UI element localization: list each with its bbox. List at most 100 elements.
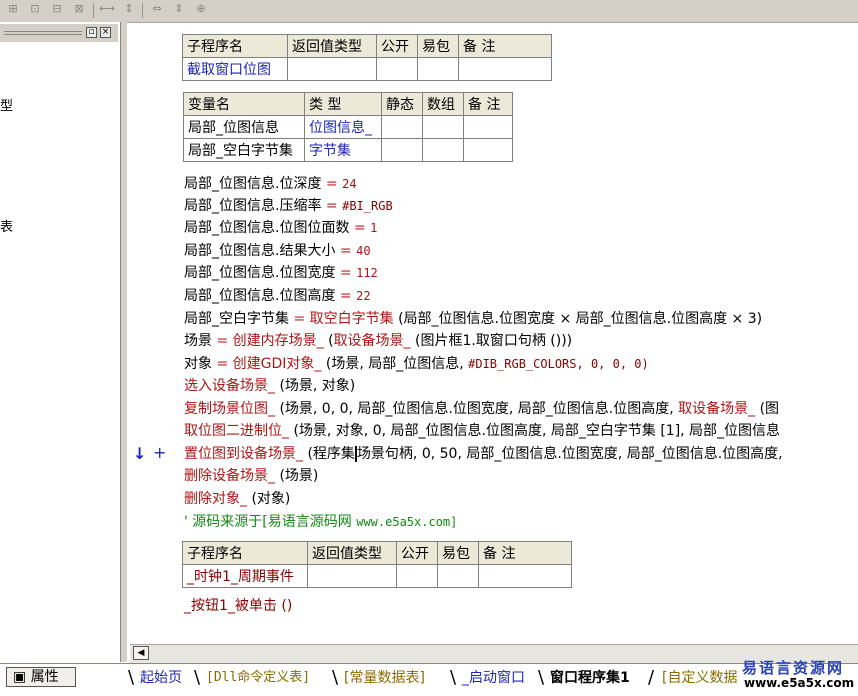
event-subroutine-line[interactable]: _按钮1_被单击 () xyxy=(184,595,292,617)
tab-separator: \ xyxy=(194,667,201,688)
variable-name-cell[interactable]: 局部_空白字节集 xyxy=(183,138,305,162)
horizontal-space-icon[interactable]: ⟷ xyxy=(98,2,116,18)
header-public: 公开 xyxy=(396,541,438,565)
close-icon[interactable]: × xyxy=(100,27,111,38)
restore-icon[interactable]: ▫ xyxy=(86,27,97,38)
header-grip xyxy=(4,31,82,32)
code-line[interactable]: 局部_空白字节集 = 取空白字节集 (局部_位图信息.位图宽度 × 局部_位图信… xyxy=(184,308,762,330)
toolbar-separator xyxy=(142,3,143,18)
code-function: 取空白字节集 xyxy=(309,311,394,327)
header-remark: 备 注 xyxy=(478,541,572,565)
tab-dll-commands[interactable]: [Dll命令定义表] xyxy=(206,668,310,688)
header-return-type: 返回值类型 xyxy=(287,34,377,58)
code-operator: = xyxy=(325,198,343,214)
tab-start-page[interactable]: 起始页 xyxy=(140,668,182,688)
code-value: 112 xyxy=(356,266,378,280)
plus-icon[interactable]: + xyxy=(153,443,166,462)
left-pane-header: ▫ × xyxy=(0,24,118,42)
code-value: 40 xyxy=(356,244,371,258)
tab-window-assembly[interactable]: 窗口程序集1 xyxy=(550,668,630,688)
subroutine-name-cell[interactable]: _时钟1_周期事件 xyxy=(182,564,308,588)
tab-custom-data[interactable]: [自定义数据 xyxy=(662,668,737,688)
properties-label: 属性 xyxy=(30,669,59,685)
width-icon[interactable]: ⇔ xyxy=(148,2,166,18)
code-args: ( xyxy=(323,333,334,349)
static-cell[interactable] xyxy=(381,115,423,139)
code-value: 24 xyxy=(342,177,357,191)
code-line[interactable]: 删除对象_ (对象) xyxy=(184,488,290,510)
left-pane-text: 型 xyxy=(0,99,14,114)
toolbar-separator xyxy=(93,3,94,18)
easy-pack-cell[interactable] xyxy=(417,57,459,81)
code-function: 选入设备场景_ xyxy=(184,378,275,394)
code-value: 1 xyxy=(370,221,378,235)
vertical-space-icon[interactable]: ↕ xyxy=(120,2,138,18)
code-line[interactable]: 局部_位图信息.压缩率 = #BI_RGB xyxy=(184,195,393,217)
editor-gutter xyxy=(121,22,127,662)
remark-cell[interactable] xyxy=(463,138,513,162)
remark-cell[interactable] xyxy=(478,564,572,588)
grid-icon[interactable]: ⊟ xyxy=(48,2,66,18)
header-array: 数组 xyxy=(422,92,464,116)
code-line[interactable]: 局部_位图信息.结果大小 = 40 xyxy=(184,240,371,262)
center-icon[interactable]: ⊕ xyxy=(192,2,210,18)
remark-cell[interactable] xyxy=(463,115,513,139)
code-args: (场景, 对象) xyxy=(275,378,356,394)
code-line[interactable]: 复制场景位图_ (场景, 0, 0, 局部_位图信息.位图宽度, 局部_位图信息… xyxy=(184,398,779,420)
code-line[interactable]: 对象 = 创建GDI对象_ (场景, 局部_位图信息, #DIB_RGB_COL… xyxy=(184,353,649,375)
return-type-cell[interactable] xyxy=(287,57,377,81)
code-constant: #DIB_RGB_COLORS, 0, 0, 0) xyxy=(468,357,649,371)
code-args: (局部_位图信息.位图宽度 × 局部_位图信息.位图高度 × 3) xyxy=(393,311,763,327)
code-lhs: 局部_位图信息.位图宽度 xyxy=(184,265,340,281)
left-pane xyxy=(0,22,121,662)
code-operator: = xyxy=(339,243,357,259)
code-line[interactable]: 选入设备场景_ (场景, 对象) xyxy=(184,375,355,397)
public-cell[interactable] xyxy=(376,57,418,81)
easy-pack-cell[interactable] xyxy=(437,564,479,588)
code-args: (对象) xyxy=(247,491,291,507)
left-pane-text: 表 xyxy=(0,220,14,235)
code-args: (场景, 对象, 0, 局部_位图信息.位图高度, 局部_空白字节集 [1], … xyxy=(289,423,781,439)
code-line[interactable]: 取位图二进制位_ (场景, 对象, 0, 局部_位图信息.位图高度, 局部_空白… xyxy=(184,420,780,442)
code-value: 22 xyxy=(356,289,371,303)
code-line[interactable]: 场景 = 创建内存场景_ (取设备场景_ (图片框1.取窗口句柄 ())) xyxy=(184,330,572,352)
code-line[interactable]: 局部_位图信息.位深度 = 24 xyxy=(184,173,357,195)
code-value: #BI_RGB xyxy=(342,199,393,213)
code-args: 场景句柄, 0, 50, 局部_位图信息.位图宽度, 局部_位图信息.位图高度, xyxy=(354,446,783,462)
remark-cell[interactable] xyxy=(458,57,552,81)
header-return-type: 返回值类型 xyxy=(307,541,397,565)
tab-constants[interactable]: [常量数据表] xyxy=(344,668,425,688)
code-args: (图 xyxy=(755,401,780,417)
arrow-down-icon[interactable]: ↓ xyxy=(133,444,146,463)
return-type-cell[interactable] xyxy=(307,564,397,588)
static-cell[interactable] xyxy=(381,138,423,162)
grid-icon[interactable]: ⊞ xyxy=(4,2,22,18)
code-args: (场景, 局部_位图信息, xyxy=(321,356,469,372)
code-line[interactable]: 局部_位图信息.位图位面数 = 1 xyxy=(184,217,377,239)
properties-button[interactable]: ▣ 属性 xyxy=(6,667,76,687)
variable-name-cell[interactable]: 局部_位图信息 xyxy=(183,115,305,139)
subroutine-name-cell[interactable]: 截取窗口位图 xyxy=(182,57,288,81)
height-icon[interactable]: ⇕ xyxy=(170,2,188,18)
array-cell[interactable] xyxy=(422,138,464,162)
array-cell[interactable] xyxy=(422,115,464,139)
code-function: 创建GDI对象_ xyxy=(232,356,322,372)
code-line[interactable]: 置位图到设备场景_ (程序集 场景句柄, 0, 50, 局部_位图信息.位图宽度,… xyxy=(184,443,783,465)
grid-icon[interactable]: ⊡ xyxy=(26,2,44,18)
table-row: 局部_空白字节集 字节集 xyxy=(183,138,513,162)
code-function: 创建内存场景_ xyxy=(232,333,324,349)
grid-icon[interactable]: ⊠ xyxy=(70,2,88,18)
public-cell[interactable] xyxy=(396,564,438,588)
code-line[interactable]: 删除设备场景_ (场景) xyxy=(184,465,318,487)
code-lhs: 局部_位图信息.位图位面数 xyxy=(184,220,354,236)
variable-type-cell[interactable]: 位图信息_ xyxy=(304,115,382,139)
code-line[interactable]: 局部_位图信息.位图宽度 = 112 xyxy=(184,262,378,284)
code-lhs: 局部_位图信息.位图高度 xyxy=(184,288,340,304)
comment-line[interactable]: ' 源码来源于[易语言源码网 www.e5a5x.com] xyxy=(184,511,457,533)
header-subroutine-name: 子程序名 xyxy=(182,541,308,565)
tab-startup-window[interactable]: _启动窗口 xyxy=(462,668,525,688)
scroll-left-icon[interactable]: ◀ xyxy=(133,646,149,660)
code-lhs: 局部_空白字节集 xyxy=(184,311,294,327)
variable-type-cell[interactable]: 字节集 xyxy=(304,138,382,162)
code-line[interactable]: 局部_位图信息.位图高度 = 22 xyxy=(184,285,371,307)
